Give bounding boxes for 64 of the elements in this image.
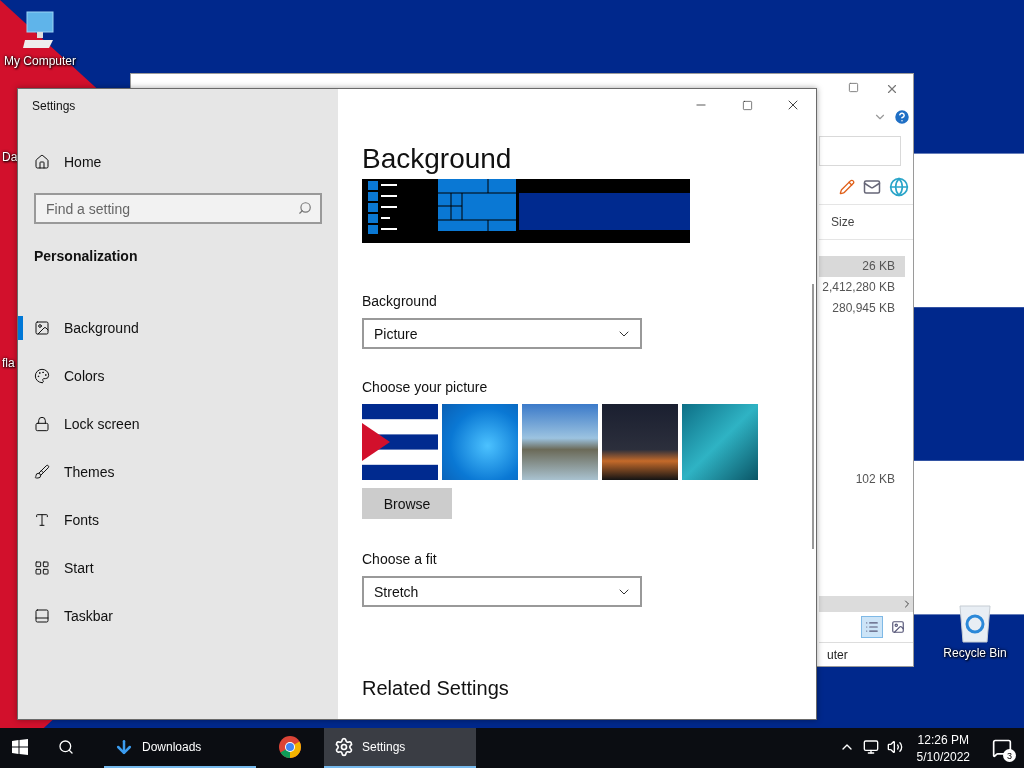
- nav-item[interactable]: Themes: [18, 448, 338, 496]
- field-label: Choose a fit: [362, 551, 437, 567]
- home-icon: [34, 154, 50, 170]
- photo-placeholder[interactable]: [522, 404, 598, 480]
- taskbar-button[interactable]: Downloads: [104, 728, 256, 768]
- font-icon: [34, 512, 50, 528]
- close-icon[interactable]: [885, 82, 899, 96]
- scrollbar[interactable]: [812, 284, 814, 549]
- notification-button[interactable]: 3: [980, 728, 1024, 768]
- notification-count: 3: [1003, 749, 1016, 762]
- desktop-icon-label: fla: [2, 356, 15, 370]
- search-field[interactable]: Find a setting: [34, 193, 322, 224]
- lock-icon: [34, 416, 50, 432]
- window-title: Settings: [31, 98, 77, 115]
- brush-icon: [34, 464, 50, 480]
- taskbar-icon: [34, 608, 50, 624]
- photo-placeholder[interactable]: [682, 404, 758, 480]
- desktop-icon-label: Da: [2, 150, 18, 164]
- browser-icon: [278, 735, 302, 759]
- details-view-button[interactable]: [861, 616, 883, 638]
- clock-date[interactable]: 5/10/2022: [916, 749, 970, 764]
- download-arrow-icon: [114, 737, 134, 757]
- fit-dropdown[interactable]: Stretch: [362, 576, 642, 607]
- nav-item[interactable]: Lock screen: [18, 400, 338, 448]
- search-icon: [58, 739, 74, 755]
- message-icon: [992, 738, 1012, 758]
- maximize-icon: [741, 99, 753, 111]
- photo-placeholder[interactable]: [602, 404, 678, 480]
- nav-item[interactable]: Colors: [18, 352, 338, 400]
- nav-item[interactable]: Taskbar: [18, 592, 338, 640]
- nav-item[interactable]: Start: [18, 544, 338, 592]
- field-label: Background: [362, 293, 437, 309]
- column-header[interactable]: Size: [819, 204, 913, 240]
- section-heading: Related Settings: [362, 677, 509, 700]
- section-heading: Personalization: [33, 247, 139, 266]
- size-cell-text: 102 KB: [854, 471, 896, 488]
- size-cell-text: 280,945 KB: [831, 300, 896, 317]
- nav-item[interactable]: Fonts: [18, 496, 338, 544]
- image-icon: [891, 620, 905, 634]
- search-icon: [298, 201, 312, 215]
- grid-icon: [34, 560, 50, 576]
- page-title: Background: [362, 143, 512, 176]
- image-icon: [34, 320, 50, 336]
- palette-icon: [34, 368, 50, 384]
- size-cell: 26 KB: [819, 256, 905, 277]
- maximize-icon[interactable]: [848, 82, 859, 93]
- globe-icon[interactable]: [889, 177, 909, 197]
- browse-button[interactable]: Browse: [362, 488, 452, 519]
- help-icon[interactable]: [893, 108, 911, 126]
- clock-time[interactable]: 12:26 PM: [917, 732, 969, 747]
- windows-logo-icon: [12, 739, 28, 755]
- field-label: Choose your picture: [362, 379, 488, 395]
- horizontal-scrollbar[interactable]: [819, 596, 913, 612]
- size-cell-text: 2,412,280 KB: [821, 279, 896, 296]
- background-dropdown[interactable]: Picture: [362, 318, 642, 349]
- desktop-icon-label: Recycle Bin: [943, 646, 1007, 660]
- status-text: uter: [819, 642, 913, 666]
- list-icon: [865, 620, 879, 634]
- home-link[interactable]: Home: [18, 141, 338, 183]
- taskbar-button[interactable]: Settings: [324, 728, 476, 768]
- mail-icon[interactable]: [863, 178, 881, 196]
- flag-thumbnail[interactable]: [362, 404, 438, 480]
- gear-icon: [334, 737, 354, 757]
- pencil-icon[interactable]: [839, 179, 855, 195]
